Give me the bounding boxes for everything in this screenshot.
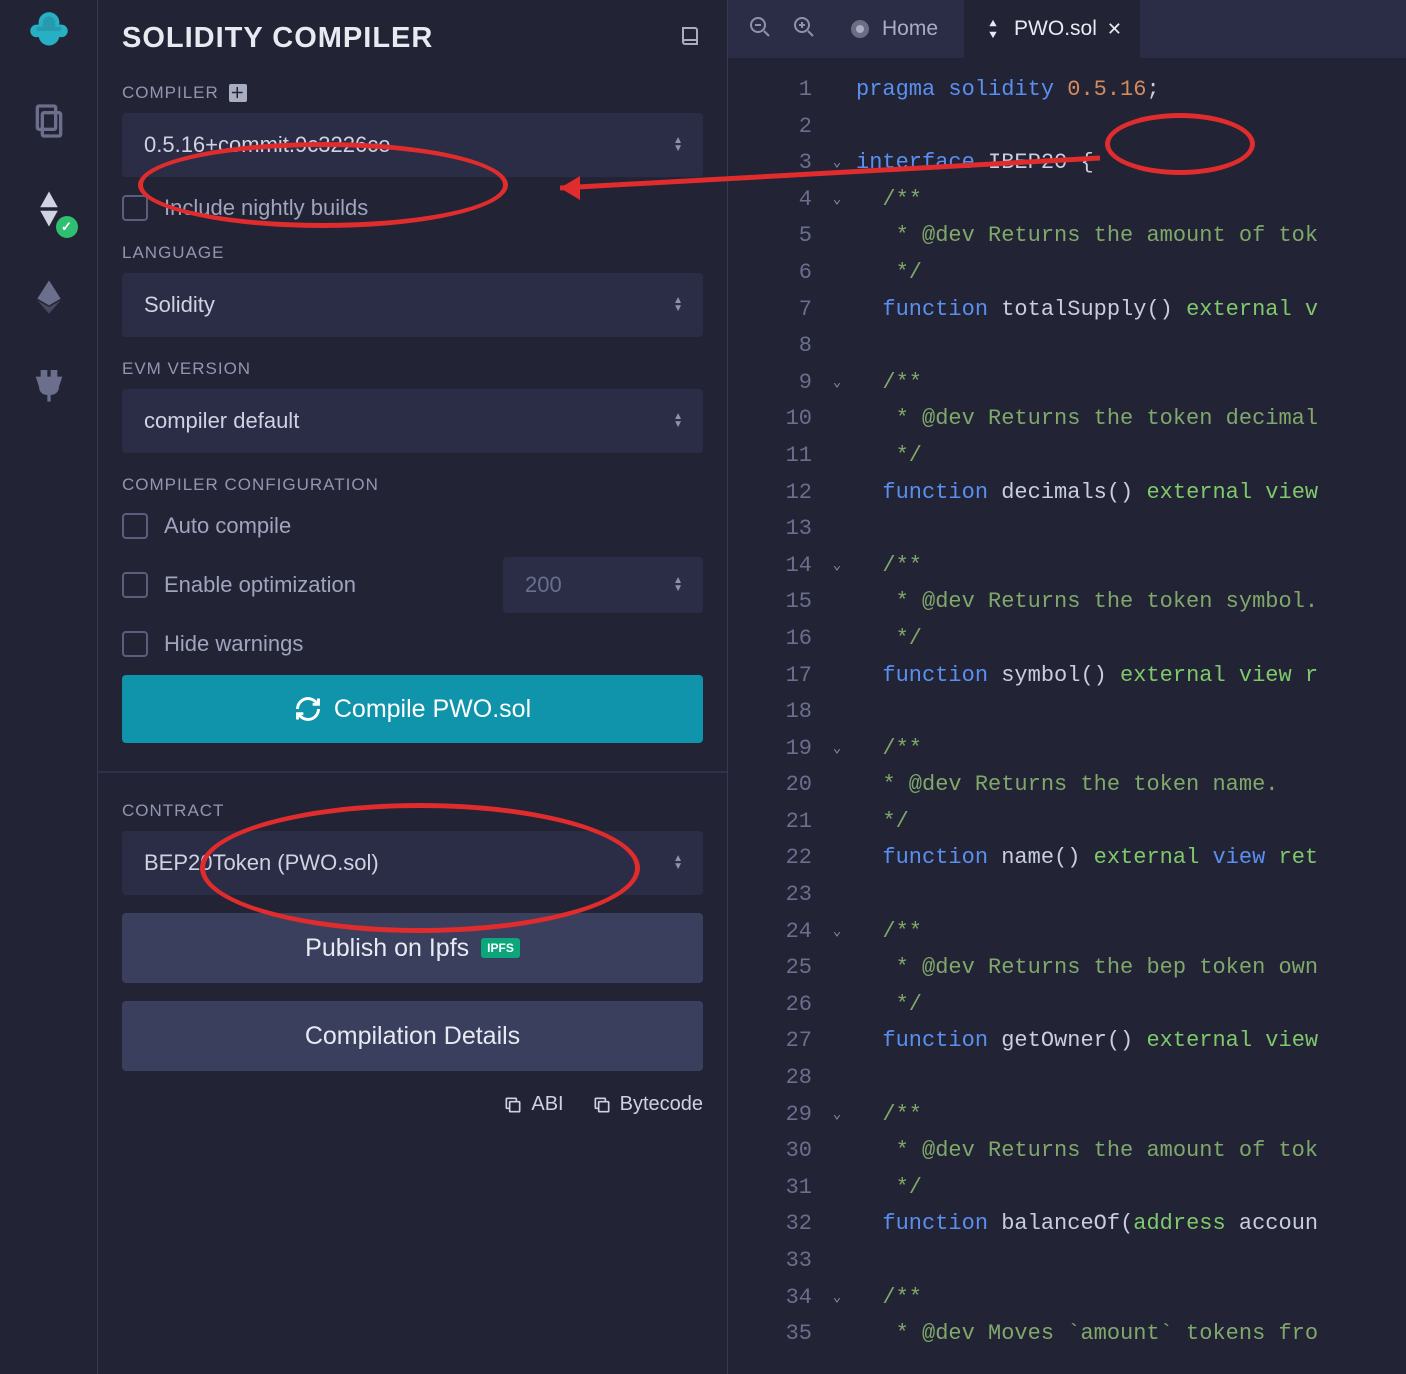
compiler-version-value: 0.5.16+commit.9c3226ce xyxy=(144,132,390,158)
fold-chevron-icon[interactable]: ⌄ xyxy=(822,914,852,951)
solidity-file-icon xyxy=(982,18,1004,40)
close-tab-icon[interactable]: ✕ xyxy=(1107,19,1122,40)
compiler-version-select[interactable]: 0.5.16+commit.9c3226ce ▲▼ xyxy=(122,113,703,177)
editor-area: Home PWO.sol ✕ 1234567891011121314151617… xyxy=(728,0,1406,1374)
language-label: LANGUAGE xyxy=(122,243,703,263)
auto-compile-label: Auto compile xyxy=(164,513,291,539)
fold-chevron-icon[interactable]: ⌄ xyxy=(822,182,852,219)
minimap[interactable] xyxy=(1382,58,1406,1374)
fold-chevron-icon[interactable]: ⌄ xyxy=(822,1280,852,1317)
abi-label: ABI xyxy=(531,1093,563,1116)
bytecode-label: Bytecode xyxy=(620,1093,703,1116)
add-compiler-icon[interactable]: ＋ xyxy=(229,84,247,102)
hide-warnings-checkbox[interactable] xyxy=(122,631,148,657)
compiler-config-label: COMPILER CONFIGURATION xyxy=(122,475,703,495)
fold-chevron-icon[interactable]: ⌄ xyxy=(822,1097,852,1134)
code-editor[interactable]: 1234567891011121314151617181920212223242… xyxy=(728,58,1406,1374)
zoom-out-icon[interactable] xyxy=(742,9,778,50)
enable-optimization-label: Enable optimization xyxy=(164,572,356,598)
chevron-updown-icon: ▲▼ xyxy=(673,855,683,871)
file-explorer-icon[interactable] xyxy=(24,96,74,146)
home-tab-icon xyxy=(848,17,872,41)
contract-label: CONTRACT xyxy=(122,801,703,821)
refresh-icon xyxy=(294,695,322,723)
publish-ipfs-button[interactable]: Publish on Ipfs IPFS xyxy=(122,913,703,983)
evm-version-label: EVM VERSION xyxy=(122,359,703,379)
copy-icon xyxy=(503,1095,523,1115)
panel-title: SOLIDITY COMPILER xyxy=(122,22,433,55)
tab-home-label: Home xyxy=(882,17,938,41)
chevron-updown-icon: ▲▼ xyxy=(673,137,683,153)
documentation-icon[interactable] xyxy=(679,24,703,53)
code-content[interactable]: pragma solidity 0.5.16;interface IBEP20 … xyxy=(852,58,1382,1374)
publish-ipfs-label: Publish on Ipfs xyxy=(305,934,469,963)
chevron-updown-icon: ▲▼ xyxy=(673,297,683,313)
fold-gutter: ⌄⌄⌄⌄⌄⌄⌄⌄ xyxy=(822,58,852,1374)
compile-button[interactable]: Compile PWO.sol xyxy=(122,675,703,743)
compiler-panel: SOLIDITY COMPILER COMPILER ＋ 0.5.16+comm… xyxy=(98,0,728,1374)
language-select[interactable]: Solidity ▲▼ xyxy=(122,273,703,337)
nightly-builds-label: Include nightly builds xyxy=(164,195,368,221)
compilation-details-button[interactable]: Compilation Details xyxy=(122,1001,703,1071)
deploy-icon[interactable] xyxy=(24,272,74,322)
tab-file[interactable]: PWO.sol ✕ xyxy=(964,0,1140,58)
optimization-runs-input[interactable]: 200 ▲▼ xyxy=(503,557,703,613)
language-value: Solidity xyxy=(144,292,215,318)
enable-optimization-checkbox[interactable] xyxy=(122,572,148,598)
compile-success-badge xyxy=(56,216,78,238)
chevron-updown-icon: ▲▼ xyxy=(673,413,683,429)
fold-chevron-icon[interactable]: ⌄ xyxy=(822,548,852,585)
fold-chevron-icon[interactable]: ⌄ xyxy=(822,145,852,182)
compiler-label: COMPILER xyxy=(122,83,219,103)
logo-icon[interactable] xyxy=(24,8,74,58)
contract-select[interactable]: BEP20Token (PWO.sol) ▲▼ xyxy=(122,831,703,895)
copy-icon xyxy=(592,1095,612,1115)
tab-file-label: PWO.sol xyxy=(1014,17,1097,41)
copy-bytecode-button[interactable]: Bytecode xyxy=(592,1093,703,1116)
evm-version-value: compiler default xyxy=(144,408,299,434)
compiler-icon[interactable] xyxy=(24,184,74,234)
zoom-in-icon[interactable] xyxy=(786,9,822,50)
optimization-runs-value: 200 xyxy=(525,572,562,598)
line-number-gutter: 1234567891011121314151617181920212223242… xyxy=(728,58,822,1374)
auto-compile-checkbox[interactable] xyxy=(122,513,148,539)
chevron-updown-icon: ▲▼ xyxy=(673,577,683,593)
plugin-manager-icon[interactable] xyxy=(24,360,74,410)
fold-chevron-icon[interactable]: ⌄ xyxy=(822,365,852,402)
copy-abi-button[interactable]: ABI xyxy=(503,1093,563,1116)
fold-chevron-icon[interactable]: ⌄ xyxy=(822,731,852,768)
compilation-details-label: Compilation Details xyxy=(305,1022,520,1051)
compile-button-label: Compile PWO.sol xyxy=(334,695,531,724)
nightly-builds-checkbox[interactable] xyxy=(122,195,148,221)
divider xyxy=(98,771,727,773)
hide-warnings-label: Hide warnings xyxy=(164,631,303,657)
ipfs-badge-icon: IPFS xyxy=(481,938,520,958)
contract-value: BEP20Token (PWO.sol) xyxy=(144,850,379,876)
icon-bar xyxy=(0,0,98,1374)
evm-version-select[interactable]: compiler default ▲▼ xyxy=(122,389,703,453)
tab-home[interactable]: Home xyxy=(830,0,956,58)
tab-bar: Home PWO.sol ✕ xyxy=(728,0,1406,58)
